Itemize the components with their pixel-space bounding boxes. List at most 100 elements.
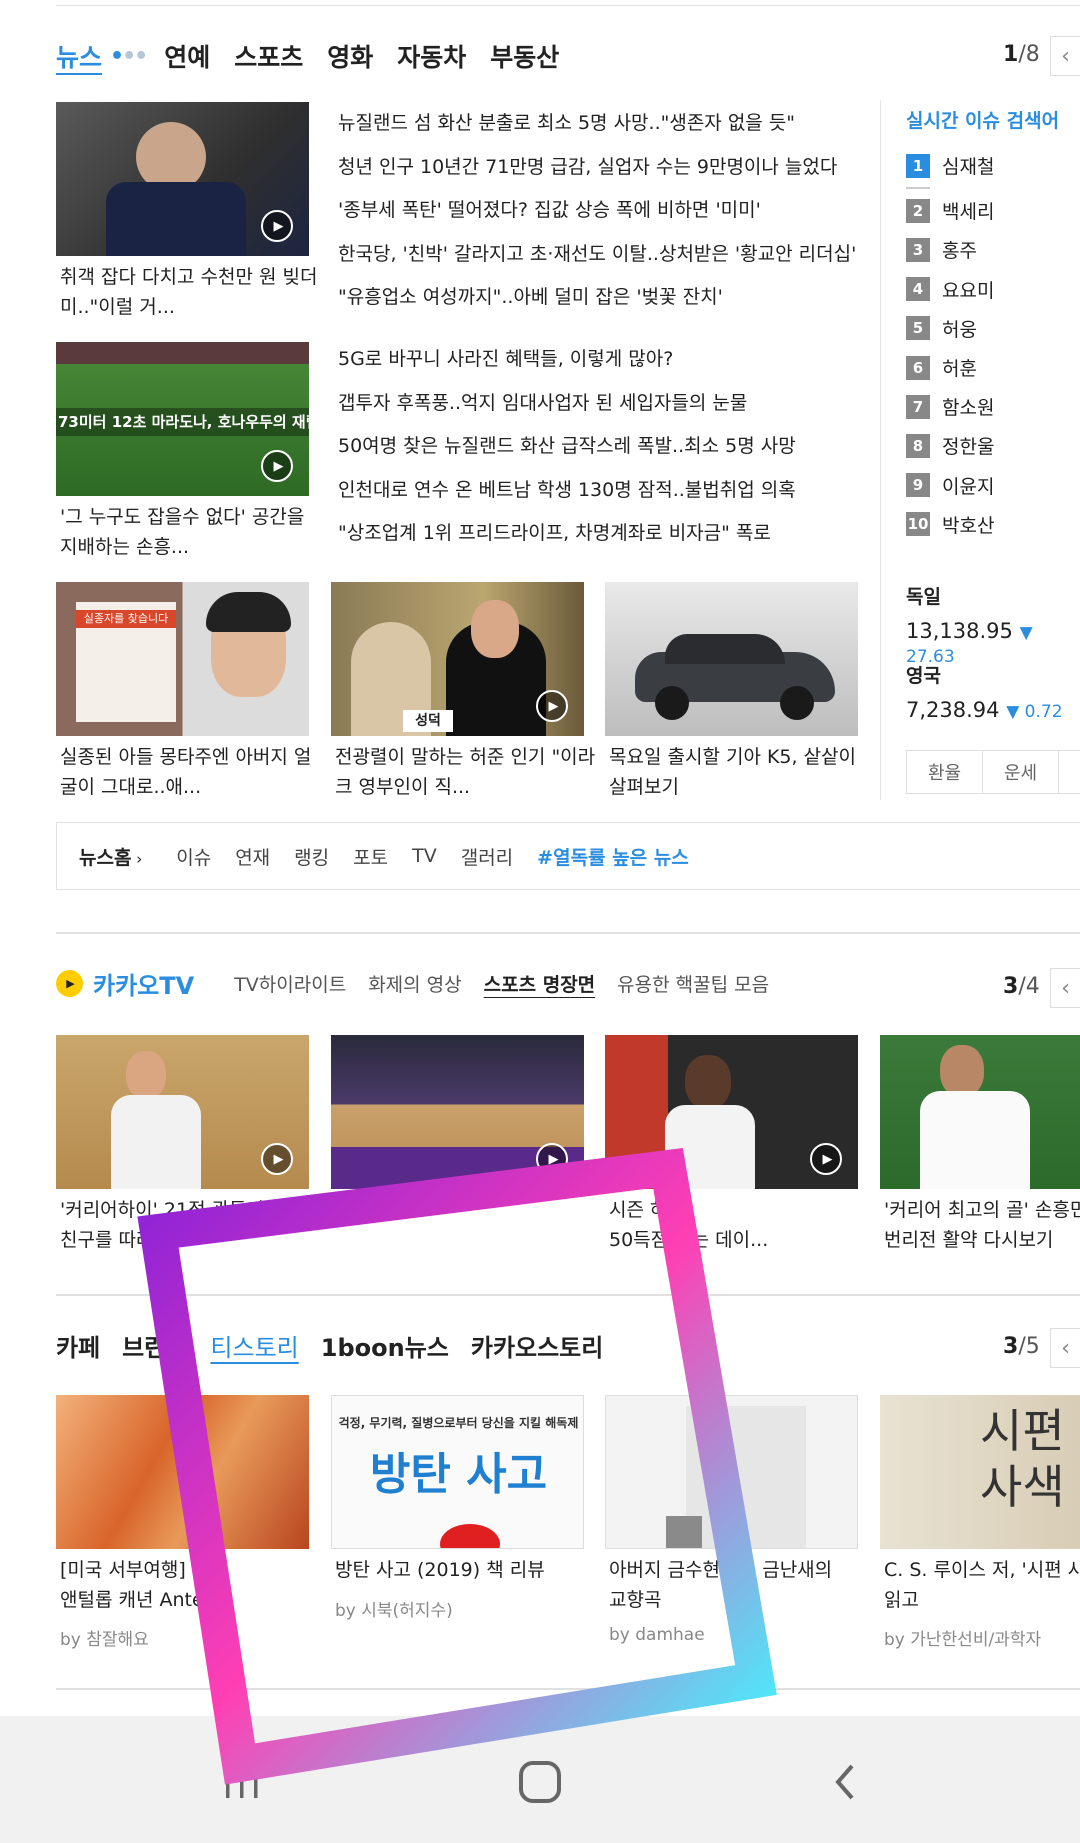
market-uk[interactable]: 영국 7,238.94 ▼ 0.72 xyxy=(906,661,1063,722)
story-author-1[interactable]: by 참잘해요 xyxy=(60,1625,149,1650)
tab-tips[interactable]: 유용한 핵꿀팁 모음 xyxy=(617,970,769,997)
headline-item[interactable]: 인천대로 연수 온 베트남 학생 130명 잠적..불법취업 의혹 xyxy=(338,475,858,519)
tab-exchange[interactable]: 환율 xyxy=(906,750,982,794)
realtime-item[interactable]: 3 홍주 xyxy=(906,230,994,269)
realtime-item[interactable]: 6 허훈 xyxy=(906,348,994,387)
tab-brunch[interactable]: 브런치 xyxy=(122,1328,188,1363)
story-caption-2[interactable]: 방탄 사고 (2019) 책 리뷰 xyxy=(335,1555,597,1585)
headline-item[interactable]: 50여명 찾은 뉴질랜드 화산 급작스레 폭발..최소 5명 사망 xyxy=(338,431,858,475)
tv-caption-1[interactable]: '커리어하이' 21점 곽동기, 친구를 따라 xyxy=(60,1195,322,1255)
tab-entertainment[interactable]: 연예 xyxy=(164,38,210,74)
news-prev-button[interactable]: ‹ xyxy=(1050,36,1080,76)
artwork-text: 시편 사색 xyxy=(980,1404,1065,1514)
story-author-4[interactable]: by 가난한선비/과학자 xyxy=(884,1625,1041,1650)
tab-sports[interactable]: 스포츠 xyxy=(234,38,303,74)
tab-sports-highlights[interactable]: 스포츠 명장면 xyxy=(484,970,596,997)
tab-news[interactable]: 뉴스 xyxy=(56,38,102,74)
play-icon: ▶ xyxy=(536,690,568,722)
nav-ranking[interactable]: 랭킹 xyxy=(294,843,329,870)
home-icon[interactable] xyxy=(510,1752,570,1812)
headline-item[interactable]: "유흥업소 여성까지"..아베 덜미 잡은 '벚꽃 잔치' xyxy=(338,282,858,326)
tv-caption-4[interactable]: '커리어 최고의 골' 손흥민 번리전 활약 다시보기 xyxy=(884,1195,1080,1255)
play-icon: ▶ xyxy=(261,1143,293,1175)
photo-caption-3[interactable]: 목요일 출시할 기아 K5, 샅샅이 살펴보기 xyxy=(609,742,871,802)
photo-thumb-3[interactable] xyxy=(605,582,858,736)
section-divider xyxy=(56,1688,1080,1690)
nav-gallery[interactable]: 갤러리 xyxy=(461,843,513,870)
headline-item[interactable]: 청년 인구 10년간 71만명 급감, 실업자 수는 9만명이나 늘었다 xyxy=(338,152,858,196)
headline-item[interactable]: "상조업계 1위 프리드라이프, 차명계좌로 비자금" 폭로 xyxy=(338,518,858,562)
tab-1boon[interactable]: 1boon뉴스 xyxy=(321,1328,449,1363)
tv-thumb-2[interactable]: ▶ xyxy=(331,1035,584,1189)
news-video-caption-2[interactable]: '그 누구도 잡을수 없다' 공간을 지배하는 손흥... xyxy=(60,502,322,562)
nav-issue[interactable]: 이슈 xyxy=(176,843,211,870)
news-video-thumb-2[interactable]: 73미터 12초 마라도나, 호나우두의 재림 ▶ xyxy=(56,342,309,496)
tab-trending-video[interactable]: 화제의 영상 xyxy=(368,970,461,997)
photo-thumb-2[interactable]: 성덕 ▶ xyxy=(331,582,584,736)
story-caption-1[interactable]: [미국 서부여행] 페이 앤털롭 캐년 Antelop xyxy=(60,1555,322,1615)
back-icon[interactable] xyxy=(816,1752,876,1812)
headline-item[interactable]: 갭투자 후폭풍..억지 임대사업자 된 세입자들의 눈물 xyxy=(338,388,858,432)
realtime-search-title: 실시간 이슈 검색어 xyxy=(906,110,1060,132)
story-thumb-2[interactable]: 걱정, 무기력, 질병으로부터 당신을 지킬 해독제 방탄 사고 xyxy=(331,1395,584,1549)
story-author-3[interactable]: by damhae xyxy=(609,1625,705,1645)
nav-hashtag[interactable]: #열독률 높은 뉴스 xyxy=(537,843,689,870)
tab-realestate[interactable]: 부동산 xyxy=(490,38,559,74)
story-prev-button[interactable]: ‹ xyxy=(1050,1328,1080,1368)
story-author-2[interactable]: by 시북(허지수) xyxy=(335,1596,453,1621)
column-divider xyxy=(880,100,881,800)
story-caption-3[interactable]: 아버지 금수현, 금난새의 교향곡 xyxy=(609,1555,871,1615)
headline-item[interactable]: 뉴질랜드 섬 화산 분출로 최소 5명 사망.."생존자 없을 듯" xyxy=(338,108,858,152)
tab-car[interactable]: 자동차 xyxy=(397,38,466,74)
realtime-item[interactable]: 7 함소원 xyxy=(906,387,994,426)
play-icon: ▶ xyxy=(261,450,293,482)
tab-tv-highlight[interactable]: TV하이라이트 xyxy=(234,970,346,997)
photo-caption-1[interactable]: 실종된 아들 몽타주엔 아버지 얼굴이 그대로..애... xyxy=(60,742,322,802)
video-overlay-text: 73미터 12초 마라도나, 호나우두의 재림 xyxy=(56,408,309,436)
tab-fortune[interactable]: 운세 xyxy=(982,750,1058,794)
headline-item[interactable]: 5G로 바꾸니 사라진 혜택들, 이렇게 많아? xyxy=(338,344,858,388)
tab-cafe[interactable]: 카페 xyxy=(56,1328,100,1363)
news-home-link[interactable]: 뉴스홈 › xyxy=(79,843,142,870)
tv-thumb-1[interactable]: ▶ xyxy=(56,1035,309,1189)
realtime-item[interactable]: 10 박호산 xyxy=(906,505,994,544)
tv-thumb-4[interactable] xyxy=(880,1035,1080,1189)
tab-movie[interactable]: 영화 xyxy=(327,38,373,74)
nav-tv[interactable]: TV xyxy=(412,845,437,867)
realtime-item[interactable]: 5 허웅 xyxy=(906,309,994,348)
story-thumb-4[interactable]: 시편 사색 xyxy=(880,1395,1080,1549)
realtime-item[interactable]: 1 심재철 xyxy=(906,146,994,185)
tv-thumb-3[interactable]: ▶ xyxy=(605,1035,858,1189)
nav-photo[interactable]: 포토 xyxy=(353,843,388,870)
story-thumb-3[interactable] xyxy=(605,1395,858,1549)
tab-dots: ••• xyxy=(110,43,148,69)
realtime-item[interactable]: 9 이윤지 xyxy=(906,466,994,505)
poster-text: 실종자를 찾습니다 xyxy=(76,610,176,628)
photo-thumb-1[interactable]: 실종자를 찾습니다 xyxy=(56,582,309,736)
market-germany[interactable]: 독일 13,138.95 ▼ 27.63 xyxy=(906,582,1080,667)
recent-apps-icon[interactable] xyxy=(212,1752,272,1812)
news-video-thumb-1[interactable]: ▶ xyxy=(56,102,309,256)
tab-more[interactable] xyxy=(1058,750,1080,794)
realtime-item[interactable]: 2 백세리 xyxy=(906,191,994,230)
tab-kakaostory[interactable]: 카카오스토리 xyxy=(471,1328,603,1363)
kakaotv-header: ▶ 카카오TV TV하이라이트 화제의 영상 스포츠 명장면 유용한 핵꿀팁 모… xyxy=(56,966,791,1001)
headline-item[interactable]: '종부세 폭탄' 떨어졌다? 집값 상승 폭에 비하면 '미미' xyxy=(338,195,858,239)
realtime-item[interactable]: 4 요요미 xyxy=(906,270,994,309)
market-change: ▼ 0.72 xyxy=(1006,702,1063,722)
tab-tistory[interactable]: 티스토리 xyxy=(210,1328,298,1363)
kakaotv-title[interactable]: 카카오TV xyxy=(93,966,194,1001)
photo-caption-2[interactable]: 전광렬이 말하는 허준 인기 "이라크 영부인이 직... xyxy=(335,742,597,802)
section-divider xyxy=(56,932,1080,934)
nav-series[interactable]: 연재 xyxy=(235,843,270,870)
headline-item[interactable]: 한국당, '친박' 갈라지고 초·재선도 이탈..상처받은 '황교안 리더십' xyxy=(338,239,858,283)
realtime-item[interactable]: 8 정한울 xyxy=(906,426,994,465)
news-video-caption-1[interactable]: 취객 잡다 다치고 수천만 원 빚더미.."이럴 거... xyxy=(60,262,322,322)
tv-caption-3[interactable]: 시즌 하 50득점 하는 데이... xyxy=(609,1195,871,1255)
kakaotv-prev-button[interactable]: ‹ xyxy=(1050,968,1080,1008)
story-thumb-1[interactable] xyxy=(56,1395,309,1549)
tv-caption-2[interactable]: 수비... xyxy=(335,1195,597,1225)
story-caption-4[interactable]: C. S. 루이스 저, '시편 사색'읽고 xyxy=(884,1555,1080,1615)
play-icon: ▶ xyxy=(56,970,83,997)
play-icon: ▶ xyxy=(810,1143,842,1175)
